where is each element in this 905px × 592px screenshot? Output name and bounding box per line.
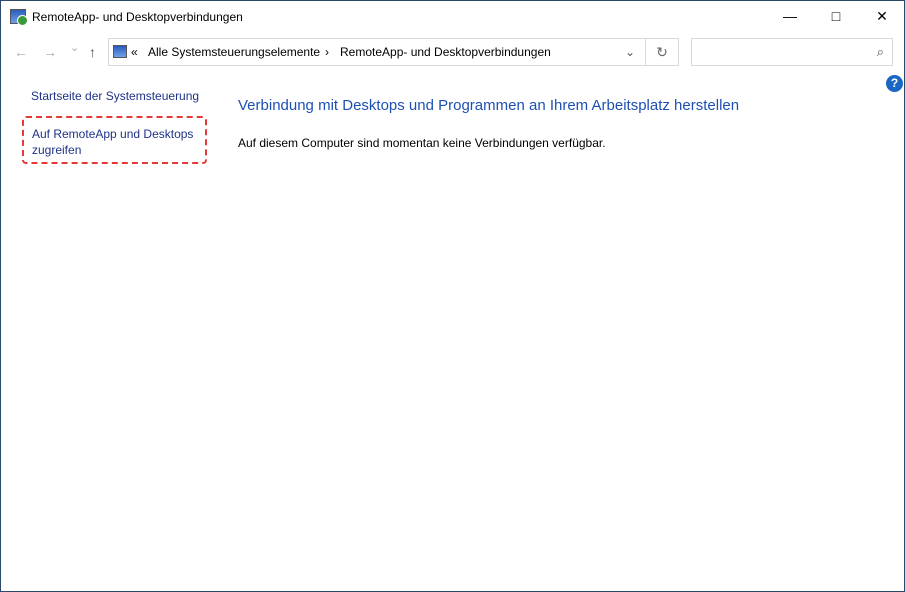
close-button[interactable]: ✕ bbox=[859, 1, 905, 31]
refresh-button[interactable]: ↻ bbox=[646, 38, 679, 66]
minimize-button[interactable]: — bbox=[767, 1, 813, 31]
breadcrumb-separator[interactable]: › bbox=[325, 45, 329, 59]
breadcrumb-remoteapp[interactable]: RemoteApp- und Desktopverbindungen bbox=[340, 45, 551, 59]
sidebar-home-link[interactable]: Startseite der Systemsteuerung bbox=[31, 89, 199, 103]
remoteapp-icon bbox=[10, 9, 28, 26]
sidebar-access-link[interactable]: Auf RemoteApp und Desktops zugreifen bbox=[22, 116, 207, 164]
status-message: Auf diesem Computer sind momentan keine … bbox=[238, 136, 606, 150]
help-icon[interactable]: ? bbox=[886, 75, 903, 92]
location-icon bbox=[113, 45, 127, 58]
sidebar: Startseite der Systemsteuerung bbox=[31, 89, 199, 103]
search-input[interactable]: ⌕ bbox=[691, 38, 893, 66]
address-bar[interactable]: « Alle Systemsteuerungselemente › Remote… bbox=[108, 38, 646, 66]
maximize-button[interactable]: □ bbox=[813, 1, 859, 31]
overflow-chevron[interactable]: « bbox=[131, 45, 138, 59]
up-button[interactable]: ↑ bbox=[89, 44, 96, 60]
title-bar: RemoteApp- und Desktopverbindungen — □ ✕ bbox=[1, 1, 904, 33]
back-button[interactable]: ← bbox=[14, 44, 28, 60]
recent-locations-button[interactable]: ⌄ bbox=[70, 41, 79, 54]
breadcrumb-all-items[interactable]: Alle Systemsteuerungselemente bbox=[148, 45, 320, 59]
address-dropdown[interactable]: ⌄ bbox=[625, 45, 635, 59]
window: RemoteApp- und Desktopverbindungen — □ ✕… bbox=[0, 0, 905, 592]
window-title: RemoteApp- und Desktopverbindungen bbox=[32, 10, 243, 24]
search-icon: ⌕ bbox=[876, 44, 884, 59]
forward-button[interactable]: → bbox=[43, 44, 57, 60]
page-title: Verbindung mit Desktops und Programmen a… bbox=[238, 97, 740, 114]
